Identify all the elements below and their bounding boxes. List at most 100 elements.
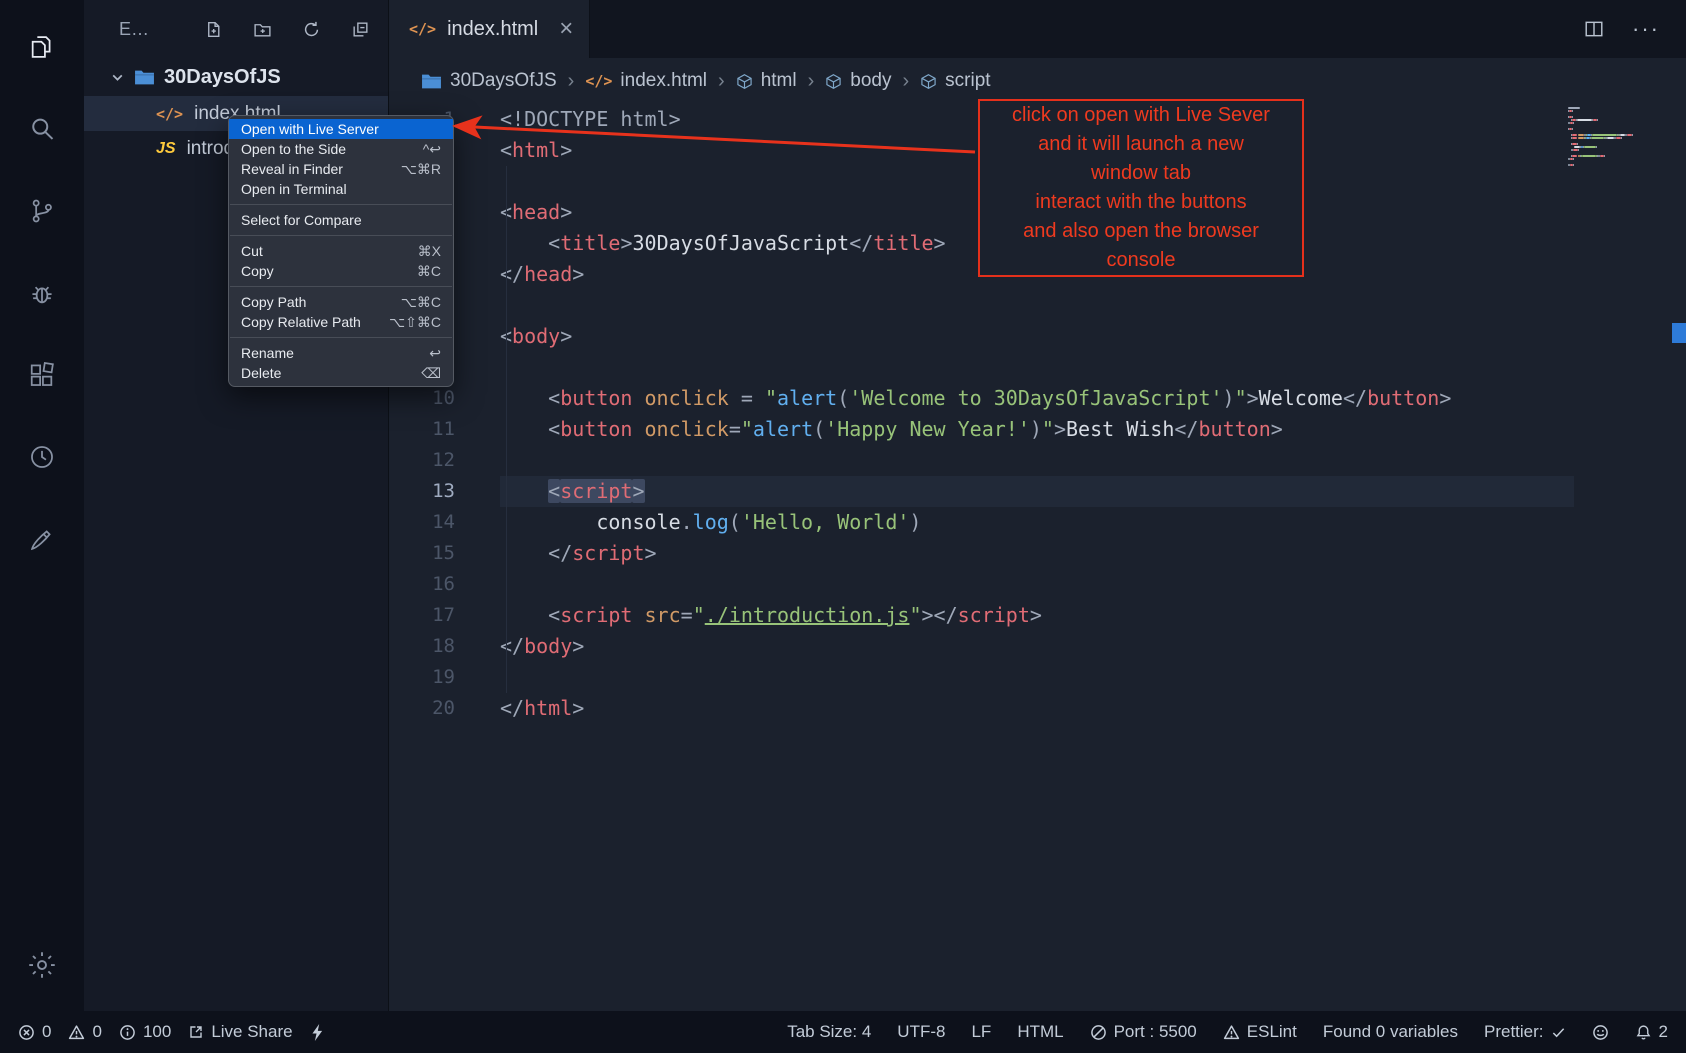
code-line-13[interactable]: 13 <script>: [389, 476, 1686, 507]
activity-item-search[interactable]: [0, 88, 84, 170]
tab-index-html[interactable]: </> index.html ×: [389, 0, 590, 58]
minimap[interactable]: [1568, 107, 1660, 167]
context-menu-item-copy-path[interactable]: Copy Path⌥⌘C: [229, 292, 453, 312]
context-menu-item-rename[interactable]: Rename↩: [229, 343, 453, 363]
status-warning-0[interactable]: 0: [68, 1022, 101, 1042]
code-line-11[interactable]: 11 <button onclick="alert('Happy New Yea…: [389, 414, 1686, 445]
status-circle-slash-port-5500[interactable]: Port : 5500: [1090, 1022, 1197, 1042]
code-text: <body>: [500, 324, 572, 348]
status-smiley[interactable]: [1592, 1024, 1609, 1041]
breadcrumb-item-script[interactable]: script: [920, 70, 990, 92]
code-line-9[interactable]: 9: [389, 352, 1686, 383]
context-menu-item-open-to-the-side[interactable]: Open to the Side^↩: [229, 139, 453, 159]
close-tab-icon[interactable]: ×: [559, 17, 573, 41]
status-label: 2: [1659, 1022, 1668, 1042]
status-bar-right: Tab Size: 4 UTF-8 LF HTML Port : 5500 ESLint F…: [787, 1022, 1668, 1042]
status-label: Port : 5500: [1114, 1022, 1197, 1042]
menu-item-shortcut: ⌥⌘R: [401, 161, 441, 178]
share-icon: [188, 1024, 204, 1040]
line-number[interactable]: 18: [389, 631, 500, 662]
line-number[interactable]: 17: [389, 600, 500, 631]
line-number[interactable]: 14: [389, 507, 500, 538]
code-line-10[interactable]: 10 <button onclick = "alert('Welcome to …: [389, 383, 1686, 414]
folder-icon: [134, 69, 155, 86]
sidebar-actions: [204, 20, 370, 39]
menu-item-label: Reveal in Finder: [241, 161, 343, 177]
smiley-icon: [1592, 1024, 1609, 1041]
code-text: <!DOCTYPE html>: [500, 107, 681, 131]
line-number[interactable]: 19: [389, 662, 500, 693]
status-label: 100: [143, 1022, 171, 1042]
line-number[interactable]: 11: [389, 414, 500, 445]
status-info-100[interactable]: 100: [119, 1022, 171, 1042]
activity-item-extensions[interactable]: [0, 334, 84, 416]
code-line-7[interactable]: 7: [389, 290, 1686, 321]
split-editor-icon[interactable]: [1584, 19, 1604, 39]
context-menu-item-delete[interactable]: Delete⌫: [229, 363, 453, 383]
activity-item-debug[interactable]: [0, 252, 84, 334]
folder-30daysofjs[interactable]: 30DaysOfJS: [84, 58, 388, 96]
code-line-20[interactable]: 20</html>: [389, 693, 1686, 724]
line-number[interactable]: 13: [389, 476, 500, 507]
context-menu-separator: [230, 337, 452, 338]
status-found-0-variables[interactable]: Found 0 variables: [1323, 1022, 1458, 1042]
status-html[interactable]: HTML: [1017, 1022, 1063, 1042]
status-error-0[interactable]: 0: [18, 1022, 51, 1042]
activity-item-source-control[interactable]: [0, 170, 84, 252]
new-folder-button[interactable]: [253, 20, 272, 39]
vscode-window: E… 30DaysOfJS </>index.htmlJSintroductio…: [0, 0, 1686, 1053]
line-number[interactable]: 20: [389, 693, 500, 724]
code-line-16[interactable]: 16: [389, 569, 1686, 600]
code-line-12[interactable]: 12: [389, 445, 1686, 476]
status-lf[interactable]: LF: [971, 1022, 991, 1042]
status-prettier[interactable]: Prettier:: [1484, 1022, 1566, 1042]
more-actions-icon[interactable]: ···: [1632, 16, 1660, 42]
refresh-button[interactable]: [302, 20, 321, 39]
line-number[interactable]: 12: [389, 445, 500, 476]
status-utf-8[interactable]: UTF-8: [897, 1022, 945, 1042]
context-menu-item-open-with-live-server[interactable]: Open with Live Server: [229, 119, 453, 139]
new-file-button[interactable]: [204, 20, 223, 39]
new-folder-icon: [253, 20, 272, 39]
status-warning-eslint[interactable]: ESLint: [1223, 1022, 1297, 1042]
breadcrumb-item-html[interactable]: html: [736, 70, 797, 92]
collapse-all-button[interactable]: [351, 20, 370, 39]
bell-icon: [1635, 1024, 1652, 1041]
activity-item-feedback[interactable]: [0, 498, 84, 580]
context-menu-item-reveal-in-finder[interactable]: Reveal in Finder ⌥⌘R: [229, 159, 453, 179]
line-number[interactable]: 15: [389, 538, 500, 569]
code-text: </head>: [500, 262, 584, 286]
line-number[interactable]: 10: [389, 383, 500, 414]
code-line-14[interactable]: 14 console.log('Hello, World'): [389, 507, 1686, 538]
context-menu-item-cut[interactable]: Cut⌘X: [229, 241, 453, 261]
context-menu-item-select-for-compare[interactable]: Select for Compare: [229, 210, 453, 230]
status-share-live-share[interactable]: Live Share: [188, 1022, 292, 1042]
context-menu-item-copy-relative-path[interactable]: Copy Relative Path⌥⇧⌘C: [229, 312, 453, 332]
line-number[interactable]: 16: [389, 569, 500, 600]
breadcrumb-label: 30DaysOfJS: [450, 70, 557, 92]
status-label: LF: [971, 1022, 991, 1042]
activity-item-explorer[interactable]: [0, 6, 84, 88]
code-line-18[interactable]: 18</body>: [389, 631, 1686, 662]
status-tab-size-4[interactable]: Tab Size: 4: [787, 1022, 871, 1042]
menu-item-label: Open with Live Server: [241, 121, 379, 137]
context-menu-item-copy[interactable]: Copy⌘C: [229, 261, 453, 281]
code-text: <button onclick = "alert('Welcome to 30D…: [500, 386, 1451, 410]
info-icon: [119, 1024, 136, 1041]
activity-item-live-share[interactable]: [0, 416, 84, 498]
code-text: <title>30DaysOfJavaScript</title>: [500, 231, 946, 255]
breadcrumb-item-index-html[interactable]: </>index.html: [585, 70, 707, 92]
status-lightning[interactable]: [310, 1023, 325, 1042]
activity-item-settings[interactable]: [0, 933, 84, 997]
code-line-19[interactable]: 19: [389, 662, 1686, 693]
menu-item-label: Delete: [241, 365, 281, 381]
breadcrumb-item-body[interactable]: body: [825, 70, 891, 92]
code-line-17[interactable]: 17 <script src="./introduction.js"></scr…: [389, 600, 1686, 631]
code-line-8[interactable]: 8<body>: [389, 321, 1686, 352]
breadcrumb-item-30daysofjs[interactable]: 30DaysOfJS: [421, 70, 557, 92]
folder-icon: [421, 73, 442, 90]
code-line-15[interactable]: 15 </script>: [389, 538, 1686, 569]
scrollbar-marker[interactable]: [1672, 323, 1686, 343]
status-bell-2[interactable]: 2: [1635, 1022, 1668, 1042]
context-menu-item-open-in-terminal[interactable]: Open in Terminal: [229, 179, 453, 199]
